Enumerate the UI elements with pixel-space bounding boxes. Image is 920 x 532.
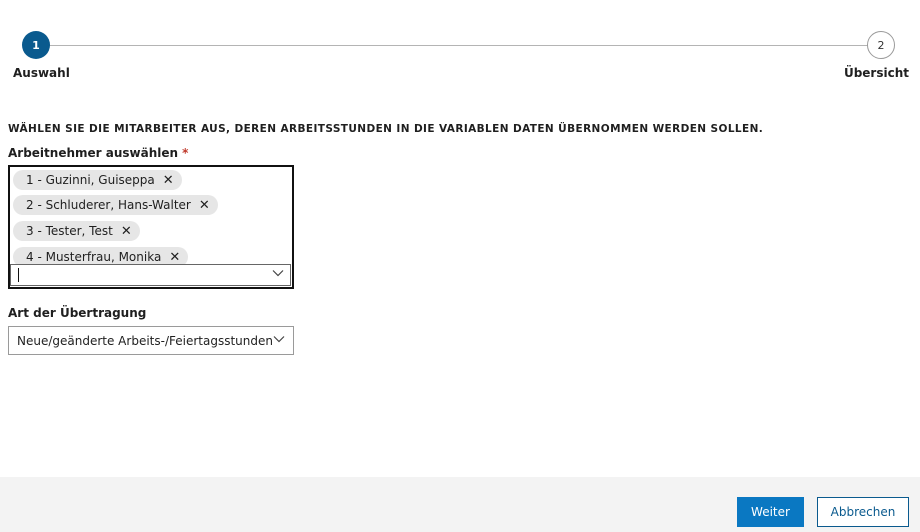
cancel-button[interactable]: Abbrechen: [817, 497, 909, 527]
transfer-type-value: Neue/geänderte Arbeits-/Feiertagsstunden: [17, 333, 273, 348]
chip-label: 2 - Schluderer, Hans-Walter: [26, 198, 191, 212]
required-marker: *: [182, 146, 189, 160]
chip-label: 4 - Musterfrau, Monika: [26, 250, 162, 264]
chip-label: 3 - Tester, Test: [26, 224, 113, 238]
employees-label-text: Arbeitnehmer auswählen: [8, 146, 179, 160]
chip-label: 1 - Guzinni, Guiseppa: [26, 173, 155, 187]
instruction-text: WÄHLEN SIE DIE MITARBEITER AUS, DEREN AR…: [8, 123, 764, 135]
employees-search-input[interactable]: [10, 264, 291, 286]
text-caret: [18, 268, 19, 282]
employees-multiselect[interactable]: 1 - Guzinni, Guiseppa ✕ 2 - Schluderer, …: [8, 165, 294, 289]
step-2-indicator[interactable]: 2: [867, 31, 895, 59]
step-1-indicator[interactable]: 1: [22, 31, 50, 59]
remove-chip-icon[interactable]: ✕: [169, 250, 180, 265]
selected-employee-chip: 3 - Tester, Test ✕: [13, 221, 140, 241]
transfer-type-label: Art der Übertragung: [8, 306, 147, 320]
next-button[interactable]: Weiter: [737, 497, 804, 527]
stepper: 1 2 Auswahl Übersicht: [0, 0, 920, 100]
transfer-type-select[interactable]: Neue/geänderte Arbeits-/Feiertagsstunden: [8, 326, 294, 355]
chevron-down-icon[interactable]: [273, 333, 285, 345]
remove-chip-icon[interactable]: ✕: [163, 173, 174, 188]
remove-chip-icon[interactable]: ✕: [121, 224, 132, 239]
step-1-label: Auswahl: [13, 66, 70, 80]
chevron-down-icon[interactable]: [272, 267, 284, 279]
selected-employee-chip: 1 - Guzinni, Guiseppa ✕: [13, 170, 182, 190]
remove-chip-icon[interactable]: ✕: [199, 198, 210, 213]
employees-field-label: Arbeitnehmer auswählen *: [8, 146, 188, 160]
step-2-label: Übersicht: [843, 66, 909, 80]
stepper-line: [36, 45, 881, 46]
selected-employee-chip: 2 - Schluderer, Hans-Walter ✕: [13, 195, 218, 215]
